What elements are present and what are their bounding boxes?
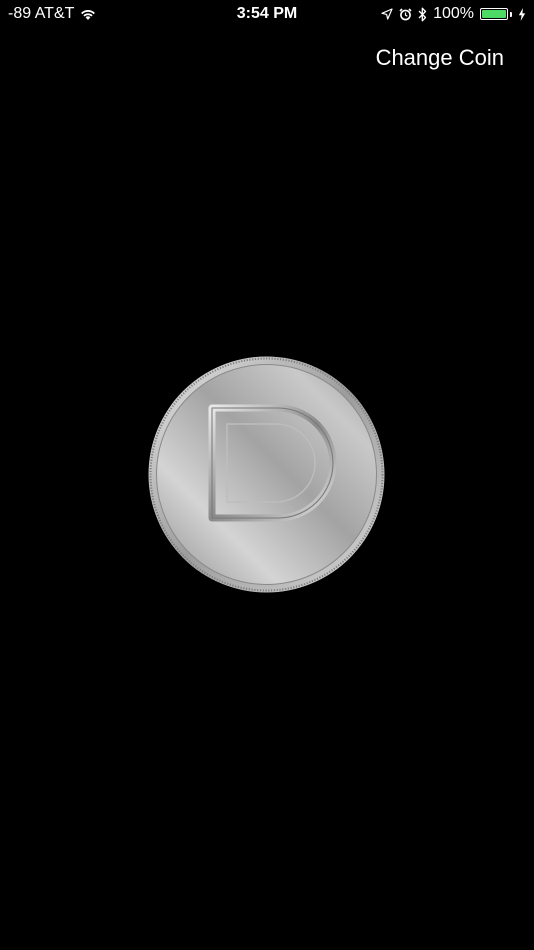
coin[interactable]: [148, 356, 385, 593]
battery-fill: [482, 10, 506, 18]
change-coin-button[interactable]: Change Coin: [376, 44, 504, 72]
status-bar-right: 100%: [381, 4, 526, 24]
battery-percent: 100%: [433, 5, 474, 22]
bluetooth-icon: [418, 7, 427, 22]
battery-icon: [480, 8, 512, 20]
location-arrow-icon: [381, 8, 393, 20]
alarm-icon: [399, 7, 412, 21]
charging-bolt-icon: [518, 7, 526, 21]
status-bar: -89 AT&T 3:54 PM 100%: [0, 0, 534, 28]
